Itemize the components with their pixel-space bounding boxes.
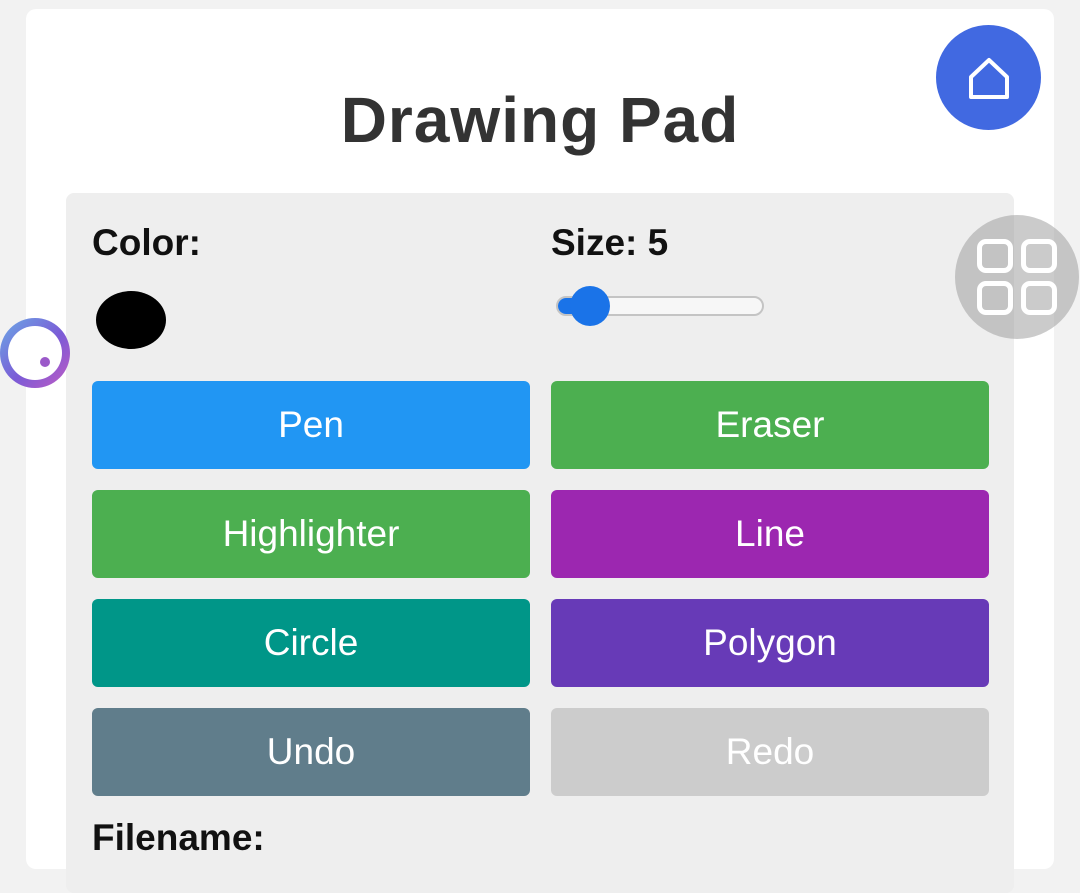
grid-cell-icon [977,281,1013,315]
eraser-button[interactable]: Eraser [551,381,989,469]
color-picker[interactable] [96,291,166,349]
filename-label: Filename: [92,817,265,858]
line-button[interactable]: Line [551,490,989,578]
grid-menu-icon[interactable] [955,215,1079,339]
polygon-button-label: Polygon [703,622,837,663]
undo-button[interactable]: Undo [92,708,530,796]
highlighter-button-label: Highlighter [222,513,400,554]
highlighter-button[interactable]: Highlighter [92,490,530,578]
line-button-label: Line [735,513,805,554]
redo-button[interactable]: Redo [551,708,989,796]
home-icon [968,57,1009,99]
assistant-bubble-inner [8,326,62,380]
circle-button[interactable]: Circle [92,599,530,687]
home-button[interactable] [936,25,1041,130]
page-title: Drawing Pad [340,84,740,156]
grid-cell-icon [1021,239,1057,273]
pen-button[interactable]: Pen [92,381,530,469]
undo-button-label: Undo [266,731,356,772]
redo-button-label: Redo [725,731,815,772]
circle-button-label: Circle [263,622,359,663]
eraser-button-label: Eraser [715,404,825,445]
pen-button-label: Pen [278,404,344,445]
grid-cell-icon [977,239,1013,273]
polygon-button[interactable]: Polygon [551,599,989,687]
assistant-bubble-icon[interactable] [0,318,70,388]
assistant-bubble-dot [40,357,50,367]
size-slider-thumb[interactable] [570,286,610,326]
size-label: Size: 5 [551,222,669,263]
color-label: Color: [92,222,201,263]
grid-cell-icon [1021,281,1057,315]
